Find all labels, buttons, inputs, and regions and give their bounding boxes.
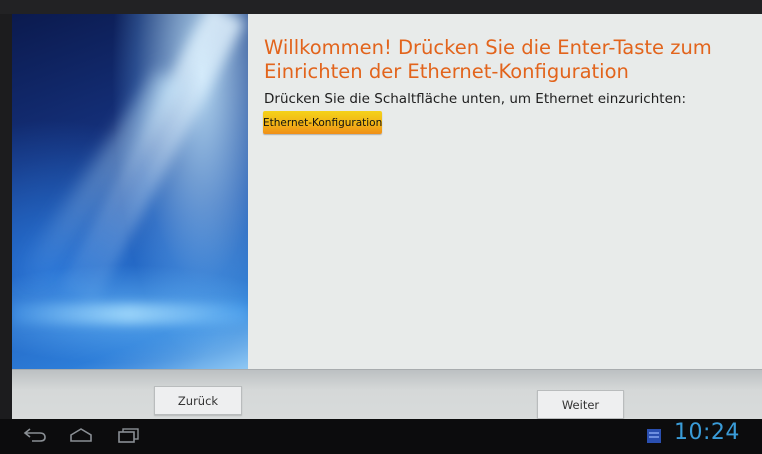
home-icon[interactable] — [68, 426, 94, 448]
decorative-wallpaper-panel — [12, 14, 248, 369]
back-icon[interactable] — [22, 426, 48, 448]
recent-apps-icon[interactable] — [116, 426, 142, 448]
system-navigation-bar: 10:24 — [0, 419, 762, 454]
wizard-content: Willkommen! Drücken Sie die Enter-Taste … — [248, 14, 762, 369]
screen-bezel — [0, 0, 762, 14]
wizard-nav-bar: Zurück Weiter — [12, 369, 762, 419]
light-streak — [12, 304, 248, 324]
page-title: Willkommen! Drücken Sie die Enter-Taste … — [264, 36, 712, 83]
next-button[interactable]: Weiter — [537, 390, 624, 419]
back-button[interactable]: Zurück — [154, 386, 242, 415]
light-streak — [59, 14, 245, 305]
clock[interactable]: 10:24 — [674, 420, 740, 445]
notification-icon[interactable] — [646, 428, 662, 448]
ethernet-config-button[interactable]: Ethernet-Konfiguration — [263, 111, 382, 134]
instruction-text: Drücken Sie die Schaltfläche unten, um E… — [264, 91, 686, 107]
setup-wizard-screen: Willkommen! Drücken Sie die Enter-Taste … — [12, 14, 762, 419]
